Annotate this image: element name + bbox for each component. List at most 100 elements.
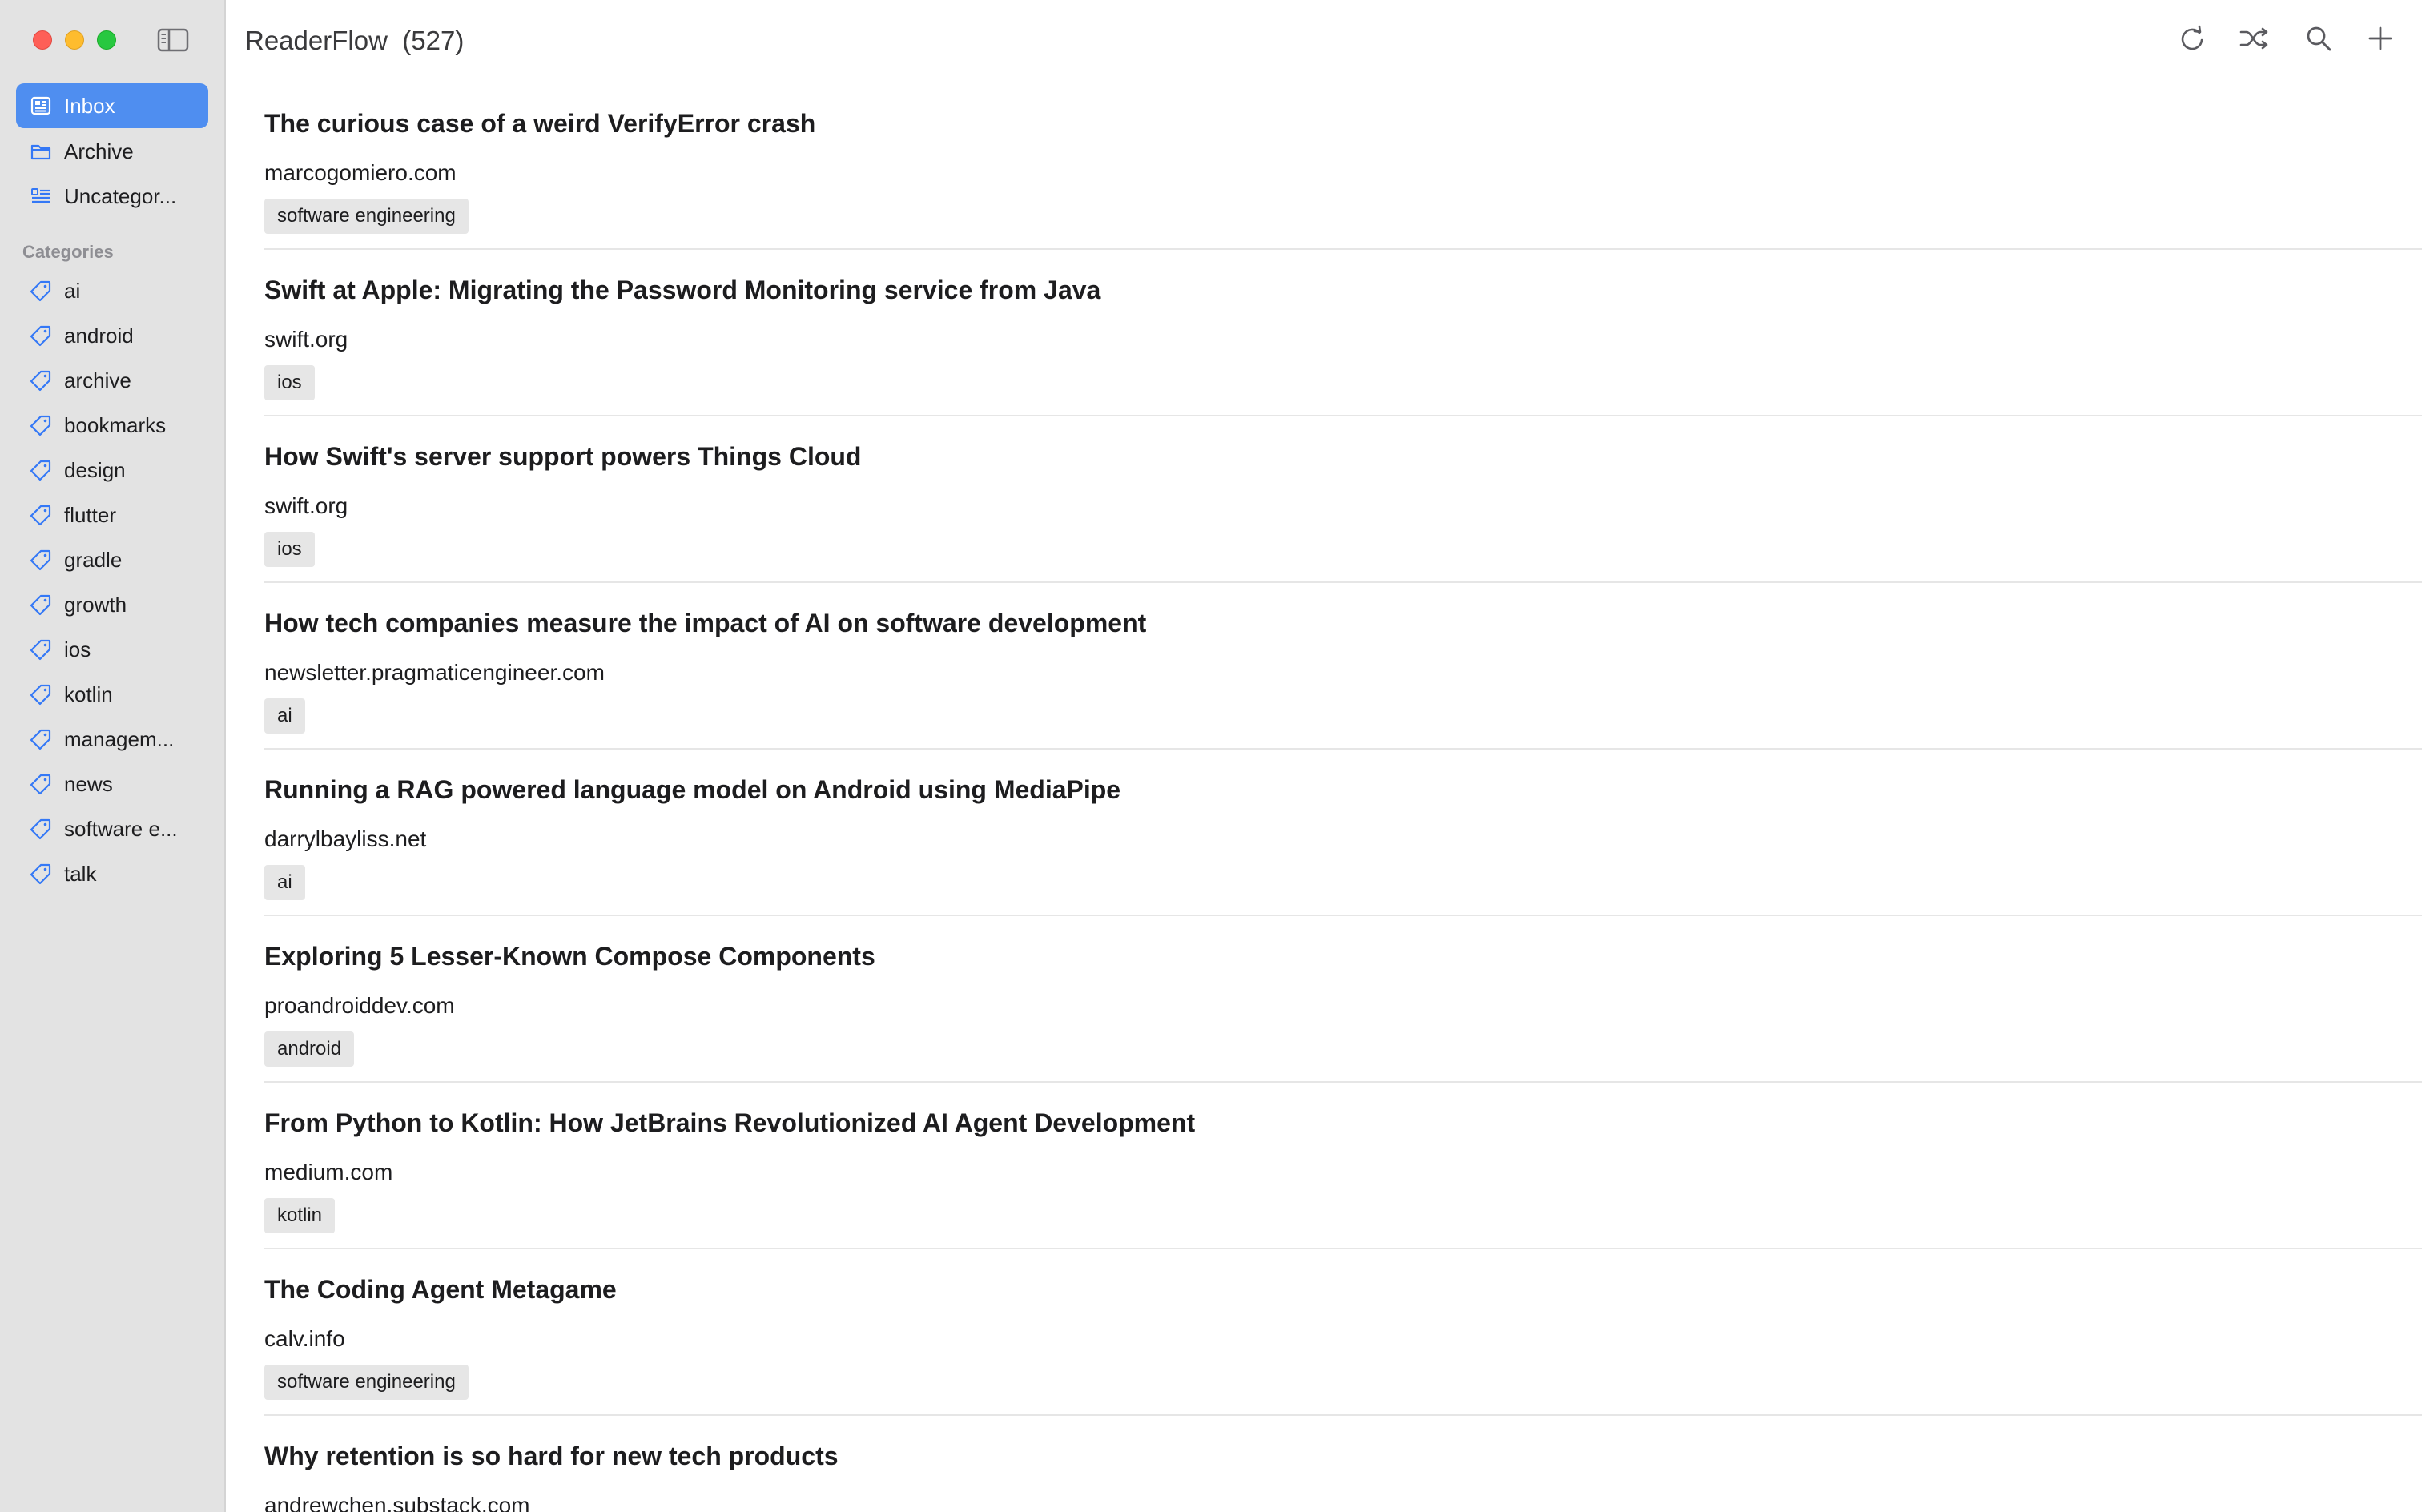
sidebar-item-label: software e... xyxy=(64,816,178,841)
sidebar-item-inbox[interactable]: Inbox xyxy=(16,83,208,128)
tag-icon xyxy=(29,862,53,886)
sidebar-item-label: flutter xyxy=(64,502,117,527)
sidebar: Inbox Archive Uncategor... Categories ai… xyxy=(0,0,226,1512)
sidebar-item-category[interactable]: android xyxy=(16,316,208,356)
sidebar-item-label: growth xyxy=(64,592,127,617)
sidebar-item-category[interactable]: flutter xyxy=(16,495,208,535)
article-row[interactable]: Running a RAG powered language model on … xyxy=(264,750,2422,916)
sidebar-item-label: talk xyxy=(64,861,97,886)
tag-icon xyxy=(29,368,53,392)
article-row[interactable]: How Swift's server support powers Things… xyxy=(264,416,2422,583)
sidebar-item-uncategorized[interactable]: Uncategor... xyxy=(16,174,208,219)
add-article-button[interactable] xyxy=(2364,24,2396,56)
sidebar-item-category[interactable]: managem... xyxy=(16,719,208,759)
sidebar-item-archive[interactable]: Archive xyxy=(16,129,208,174)
sidebar-item-label: Archive xyxy=(64,139,134,163)
article-row[interactable]: Why retention is so hard for new tech pr… xyxy=(264,1416,2422,1512)
sidebar-item-label: Inbox xyxy=(64,93,115,118)
tag-icon xyxy=(29,593,53,617)
tag-icon xyxy=(29,772,53,796)
sidebar-item-label: kotlin xyxy=(64,682,113,706)
tag-icon xyxy=(29,682,53,706)
sidebar-item-category[interactable]: software e... xyxy=(16,809,208,849)
list-icon xyxy=(29,184,53,208)
tag-icon xyxy=(29,413,53,437)
article-row[interactable]: Exploring 5 Lesser-Known Compose Compone… xyxy=(264,916,2422,1083)
article-source: proandroiddev.com xyxy=(264,993,455,1018)
article-tag: software engineering xyxy=(264,199,469,234)
sidebar-item-category[interactable]: ios xyxy=(16,629,208,670)
shuffle-icon xyxy=(2239,24,2271,57)
tag-icon xyxy=(29,637,53,662)
plus-icon xyxy=(2366,24,2395,57)
sidebar-item-category[interactable]: talk xyxy=(16,854,208,894)
article-title: How Swift's server support powers Things… xyxy=(264,442,862,471)
article-tag: android xyxy=(264,1031,355,1067)
article-tag: ai xyxy=(264,698,305,734)
sidebar-item-label: android xyxy=(64,323,134,348)
sidebar-item-category[interactable]: kotlin xyxy=(16,674,208,714)
article-source: swift.org xyxy=(264,493,348,518)
article-title: Swift at Apple: Migrating the Password M… xyxy=(264,275,1101,304)
article-title: The Coding Agent Metagame xyxy=(264,1275,617,1304)
sidebar-item-label: managem... xyxy=(64,726,175,751)
article-tag: kotlin xyxy=(264,1198,336,1233)
tag-icon xyxy=(29,817,53,841)
sidebar-item-category[interactable]: gradle xyxy=(16,540,208,580)
tag-icon xyxy=(29,458,53,482)
window-title: ReaderFlow (527) xyxy=(245,26,464,56)
sidebar-toggle-icon[interactable] xyxy=(157,27,189,53)
article-source: calv.info xyxy=(264,1326,345,1351)
article-tag: ios xyxy=(264,532,315,567)
app-window: Inbox Archive Uncategor... Categories ai… xyxy=(0,0,2422,1512)
sidebar-item-category[interactable]: news xyxy=(16,764,208,804)
article-title: Exploring 5 Lesser-Known Compose Compone… xyxy=(264,942,875,971)
search-button[interactable] xyxy=(2303,24,2335,56)
article-source: andrewchen.substack.com xyxy=(264,1493,530,1512)
tag-icon xyxy=(29,324,53,348)
article-row[interactable]: The curious case of a weird VerifyError … xyxy=(264,83,2422,250)
article-title: The curious case of a weird VerifyError … xyxy=(264,109,816,138)
article-row[interactable]: How tech companies measure the impact of… xyxy=(264,583,2422,750)
article-tag: ios xyxy=(264,365,315,400)
tag-icon xyxy=(29,279,53,303)
sidebar-item-category[interactable]: design xyxy=(16,450,208,490)
sidebar-item-category[interactable]: bookmarks xyxy=(16,405,208,445)
article-source: swift.org xyxy=(264,327,348,352)
article-count: (527) xyxy=(402,26,465,55)
article-list: The curious case of a weird VerifyError … xyxy=(264,83,2422,1512)
sidebar-item-label: ai xyxy=(64,278,81,303)
shuffle-button[interactable] xyxy=(2239,24,2271,56)
zoom-window-button[interactable] xyxy=(97,30,116,50)
minimize-window-button[interactable] xyxy=(65,30,84,50)
sidebar-item-label: bookmarks xyxy=(64,412,167,437)
tag-icon xyxy=(29,548,53,572)
sidebar-item-category[interactable]: archive xyxy=(16,360,208,400)
article-tag: ai xyxy=(264,865,305,900)
search-icon xyxy=(2304,24,2333,57)
article-row[interactable]: The Coding Agent Metagame calv.info softwa… xyxy=(264,1249,2422,1416)
sidebar-item-label: Uncategor... xyxy=(64,183,177,208)
article-title: Running a RAG powered language model on … xyxy=(264,775,1121,804)
sidebar-item-label: ios xyxy=(64,637,91,662)
categories-heading: Categories xyxy=(22,242,114,262)
article-row[interactable]: From Python to Kotlin: How JetBrains Rev… xyxy=(264,1083,2422,1249)
sidebar-item-label: design xyxy=(64,457,126,482)
refresh-icon xyxy=(2178,24,2207,57)
folder-icon xyxy=(29,139,53,163)
article-source: medium.com xyxy=(264,1160,393,1184)
article-title: Why retention is so hard for new tech pr… xyxy=(264,1442,839,1470)
sidebar-item-category[interactable]: ai xyxy=(16,271,208,311)
sidebar-item-label: news xyxy=(64,771,113,796)
article-title: How tech companies measure the impact of… xyxy=(264,609,1147,637)
article-tag: software engineering xyxy=(264,1365,469,1400)
app-title: ReaderFlow xyxy=(245,26,388,55)
tag-icon xyxy=(29,727,53,751)
article-title: From Python to Kotlin: How JetBrains Rev… xyxy=(264,1108,1196,1137)
close-window-button[interactable] xyxy=(33,30,52,50)
refresh-button[interactable] xyxy=(2176,24,2208,56)
article-source: newsletter.pragmaticengineer.com xyxy=(264,660,605,685)
sidebar-item-category[interactable]: growth xyxy=(16,585,208,625)
article-row[interactable]: Swift at Apple: Migrating the Password M… xyxy=(264,250,2422,416)
inbox-icon xyxy=(29,94,53,118)
